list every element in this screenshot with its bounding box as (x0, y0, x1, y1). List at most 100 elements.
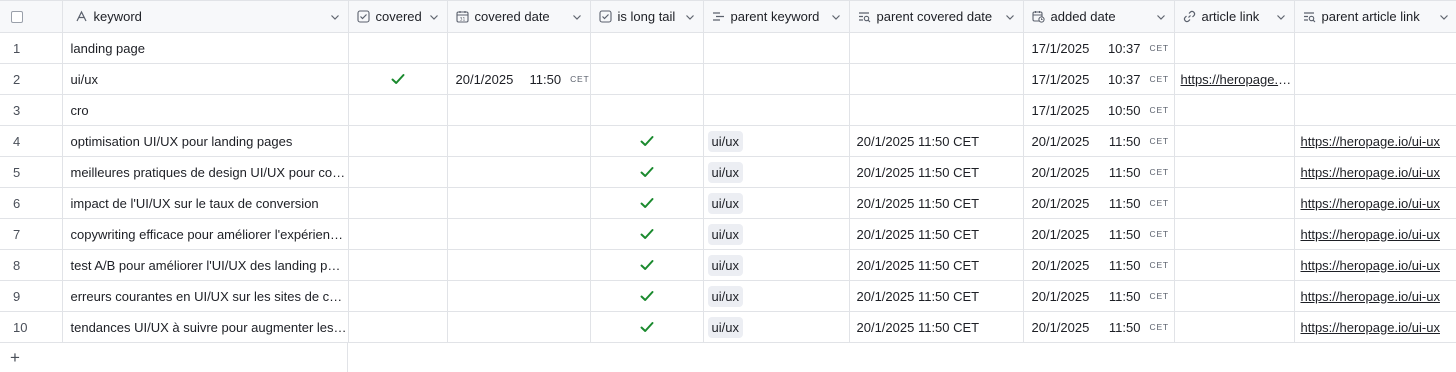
article-link-cell[interactable] (1174, 125, 1295, 157)
chevron-down-icon[interactable] (572, 12, 582, 22)
check-icon[interactable] (639, 288, 655, 304)
column-header-covered-date[interactable]: 31 covered date (447, 0, 591, 33)
covered-date-cell[interactable] (447, 156, 591, 188)
covered-cell[interactable] (348, 125, 448, 157)
parent-article-link-cell[interactable] (1294, 63, 1456, 95)
added-date-cell[interactable]: 20/1/2025 11:50 CET (1023, 125, 1175, 157)
is-long-tail-cell[interactable] (590, 311, 704, 343)
covered-date-cell[interactable] (447, 187, 591, 219)
row-number-cell[interactable]: 5 (0, 156, 63, 188)
check-icon[interactable] (390, 71, 406, 87)
row-number-cell[interactable]: 3 (0, 94, 63, 126)
row-number-cell[interactable]: 10 (0, 311, 63, 343)
column-header-keyword[interactable]: keyword (62, 0, 349, 33)
parent-article-link-cell[interactable]: https://heropage.io/ui-ux (1294, 311, 1456, 343)
is-long-tail-cell[interactable] (590, 249, 704, 281)
column-header-parent-covered-date[interactable]: parent covered date (849, 0, 1024, 33)
row-number-cell[interactable]: 6 (0, 187, 63, 219)
parent-keyword-cell[interactable]: ui/ux (703, 218, 850, 250)
article-link-cell[interactable] (1174, 311, 1295, 343)
parent-covered-date-cell[interactable]: 20/1/2025 11:50 CET (849, 125, 1024, 157)
table-row[interactable]: 5 meilleures pratiques de design UI/UX po… (0, 156, 1456, 188)
parent-covered-date-cell[interactable]: 20/1/2025 11:50 CET (849, 280, 1024, 312)
column-header-article-link[interactable]: article link (1174, 0, 1295, 33)
is-long-tail-cell[interactable] (590, 63, 704, 95)
article-link[interactable]: https://heropage.io/ui-ux (1175, 72, 1294, 87)
covered-date-cell[interactable] (447, 311, 591, 343)
parent-article-link[interactable]: https://heropage.io/ui-ux (1295, 289, 1456, 304)
covered-cell[interactable] (348, 187, 448, 219)
covered-cell[interactable] (348, 94, 448, 126)
table-row[interactable]: 9 erreurs courantes en UI/UX sur les site… (0, 280, 1456, 312)
parent-keyword-cell[interactable] (703, 94, 850, 126)
covered-cell[interactable] (348, 249, 448, 281)
added-date-cell[interactable]: 17/1/2025 10:37 CET (1023, 63, 1175, 95)
added-date-cell[interactable]: 20/1/2025 11:50 CET (1023, 249, 1175, 281)
row-number-cell[interactable]: 1 (0, 32, 63, 64)
parent-article-link[interactable]: https://heropage.io/ui-ux (1295, 258, 1456, 273)
chevron-down-icon[interactable] (1276, 12, 1286, 22)
covered-cell[interactable] (348, 218, 448, 250)
chevron-down-icon[interactable] (1156, 12, 1166, 22)
column-header-parent-article-link[interactable]: parent article link (1294, 0, 1456, 33)
parent-article-link-cell[interactable]: https://heropage.io/ui-ux (1294, 156, 1456, 188)
keyword-cell[interactable]: landing page (62, 32, 349, 64)
linked-record-chip[interactable]: ui/ux (707, 192, 743, 214)
parent-keyword-cell[interactable] (703, 32, 850, 64)
table-row[interactable]: 8 test A/B pour améliorer l'UI/UX des lan… (0, 249, 1456, 281)
parent-keyword-cell[interactable]: ui/ux (703, 156, 850, 188)
check-icon[interactable] (639, 164, 655, 180)
article-link-cell[interactable]: https://heropage.io/ui-ux (1174, 63, 1295, 95)
keyword-cell[interactable]: meilleures pratiques de design UI/UX pou… (62, 156, 349, 188)
table-row[interactable]: 10 tendances UI/UX à suivre pour augmente… (0, 311, 1456, 343)
parent-covered-date-cell[interactable]: 20/1/2025 11:50 CET (849, 187, 1024, 219)
keyword-cell[interactable]: impact de l'UI/UX sur le taux de convers… (62, 187, 349, 219)
check-icon[interactable] (639, 195, 655, 211)
parent-keyword-cell[interactable]: ui/ux (703, 249, 850, 281)
parent-article-link-cell[interactable]: https://heropage.io/ui-ux (1294, 218, 1456, 250)
check-icon[interactable] (639, 133, 655, 149)
added-date-cell[interactable]: 20/1/2025 11:50 CET (1023, 280, 1175, 312)
added-date-cell[interactable]: 20/1/2025 11:50 CET (1023, 218, 1175, 250)
parent-article-link-cell[interactable]: https://heropage.io/ui-ux (1294, 125, 1456, 157)
check-icon[interactable] (639, 257, 655, 273)
covered-cell[interactable] (348, 280, 448, 312)
is-long-tail-cell[interactable] (590, 187, 704, 219)
parent-keyword-cell[interactable] (703, 63, 850, 95)
column-header-covered[interactable]: covered (348, 0, 448, 33)
parent-article-link-cell[interactable] (1294, 94, 1456, 126)
table-row[interactable]: 3 cro 17/1/2025 10:50 CET (0, 94, 1456, 126)
parent-keyword-cell[interactable]: ui/ux (703, 125, 850, 157)
is-long-tail-cell[interactable] (590, 94, 704, 126)
keyword-cell[interactable]: test A/B pour améliorer l'UI/UX des land… (62, 249, 349, 281)
covered-date-cell[interactable] (447, 94, 591, 126)
parent-article-link-cell[interactable]: https://heropage.io/ui-ux (1294, 280, 1456, 312)
is-long-tail-cell[interactable] (590, 125, 704, 157)
article-link-cell[interactable] (1174, 218, 1295, 250)
chevron-down-icon[interactable] (685, 12, 695, 22)
is-long-tail-cell[interactable] (590, 218, 704, 250)
parent-covered-date-cell[interactable]: 20/1/2025 11:50 CET (849, 249, 1024, 281)
keyword-cell[interactable]: tendances UI/UX à suivre pour augmenter … (62, 311, 349, 343)
parent-article-link[interactable]: https://heropage.io/ui-ux (1295, 134, 1456, 149)
parent-article-link[interactable]: https://heropage.io/ui-ux (1295, 165, 1456, 180)
linked-record-chip[interactable]: ui/ux (707, 316, 743, 338)
chevron-down-icon[interactable] (1005, 12, 1015, 22)
parent-article-link-cell[interactable] (1294, 32, 1456, 64)
parent-article-link[interactable]: https://heropage.io/ui-ux (1295, 196, 1456, 211)
added-date-cell[interactable]: 17/1/2025 10:37 CET (1023, 32, 1175, 64)
chevron-down-icon[interactable] (330, 12, 340, 22)
row-number-cell[interactable]: 2 (0, 63, 63, 95)
parent-covered-date-cell[interactable] (849, 63, 1024, 95)
row-number-cell[interactable]: 9 (0, 280, 63, 312)
added-date-cell[interactable]: 20/1/2025 11:50 CET (1023, 311, 1175, 343)
keyword-cell[interactable]: erreurs courantes en UI/UX sur les sites… (62, 280, 349, 312)
covered-cell[interactable] (348, 311, 448, 343)
chevron-down-icon[interactable] (1439, 12, 1449, 22)
parent-covered-date-cell[interactable]: 20/1/2025 11:50 CET (849, 218, 1024, 250)
keyword-cell[interactable]: copywriting efficace pour améliorer l'ex… (62, 218, 349, 250)
select-all-checkbox[interactable] (11, 10, 23, 23)
article-link-cell[interactable] (1174, 280, 1295, 312)
parent-covered-date-cell[interactable] (849, 32, 1024, 64)
table-row[interactable]: 6 impact de l'UI/UX sur le taux de conver… (0, 187, 1456, 219)
